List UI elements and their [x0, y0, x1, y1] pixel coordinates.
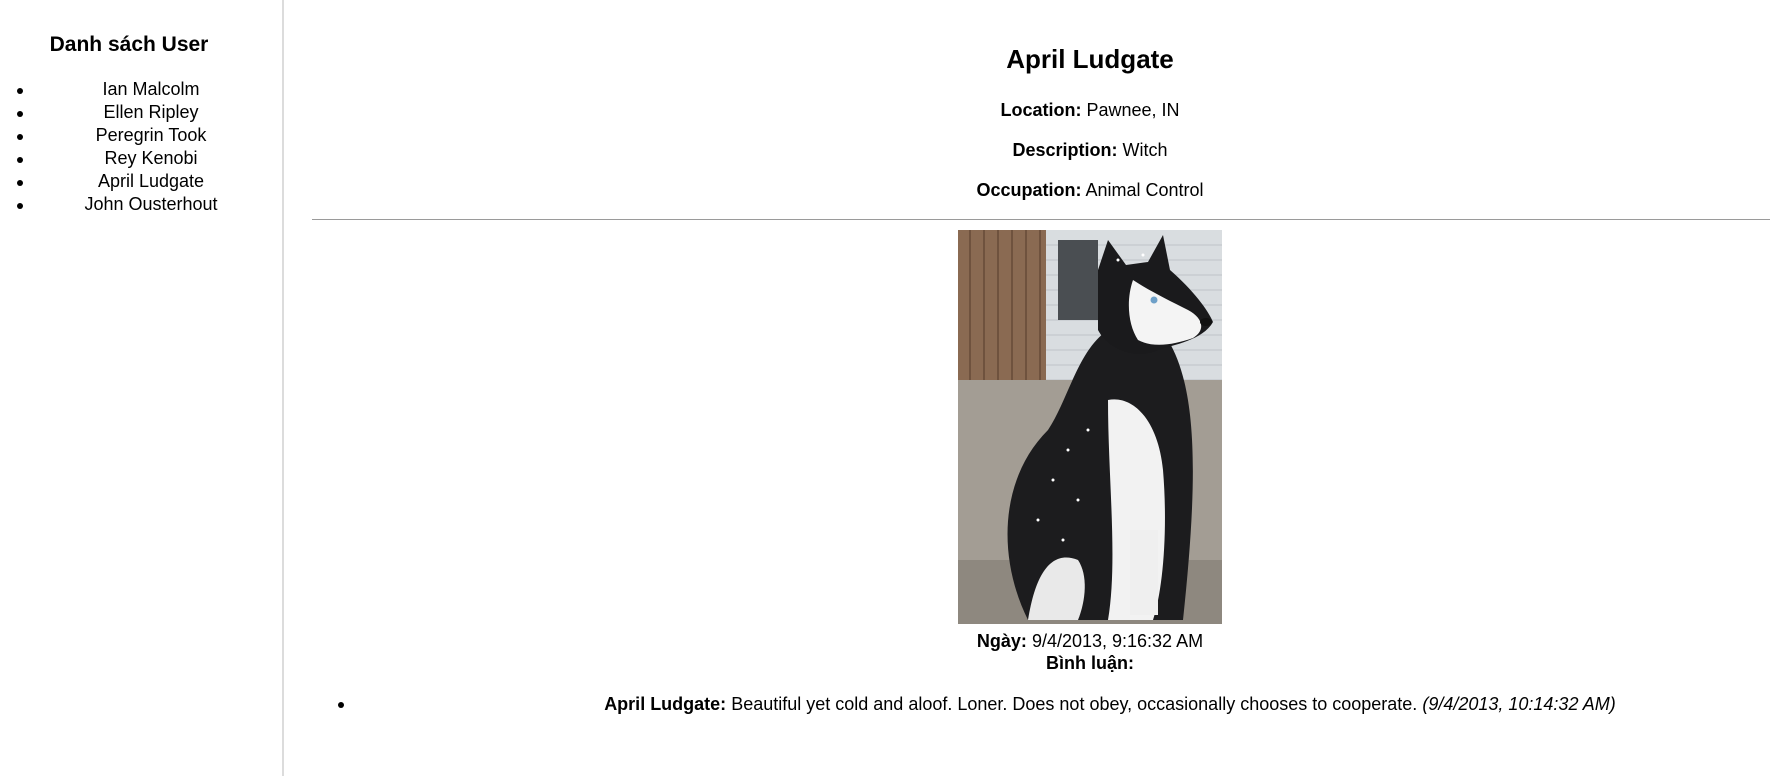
- comment-list: April Ludgate: Beautiful yet cold and al…: [312, 692, 1770, 716]
- divider: [312, 219, 1770, 220]
- location-label: Location:: [1000, 100, 1082, 120]
- occupation-label: Occupation:: [976, 180, 1082, 200]
- user-list-item[interactable]: John Ousterhout: [0, 193, 284, 216]
- comment-text: Beautiful yet cold and aloof. Loner. Doe…: [731, 694, 1418, 714]
- user-list-item[interactable]: April Ludgate: [0, 170, 284, 193]
- user-list-item[interactable]: Rey Kenobi: [0, 147, 284, 170]
- user-list-item[interactable]: Ian Malcolm: [0, 78, 284, 101]
- user-photo: [958, 230, 1222, 624]
- description-label: Description:: [1012, 140, 1118, 160]
- comment-date: (9/4/2013, 10:14:32 AM): [1422, 694, 1616, 714]
- user-list-item[interactable]: Ellen Ripley: [0, 101, 284, 124]
- photo-date-line: Ngày: 9/4/2013, 9:16:32 AM: [312, 629, 1770, 653]
- comment-item: April Ludgate: Beautiful yet cold and al…: [312, 692, 1770, 716]
- app-window: Danh sách User Ian Malcolm Ellen Ripley …: [0, 0, 1770, 776]
- user-list: Ian Malcolm Ellen Ripley Peregrin Took R…: [0, 78, 284, 216]
- location-line: Location: Pawnee, IN: [312, 98, 1770, 122]
- comments-heading: Bình luận:: [1046, 653, 1134, 673]
- occupation-line: Occupation: Animal Control: [312, 178, 1770, 202]
- user-list-item[interactable]: Peregrin Took: [0, 124, 284, 147]
- user-detail-panel: April Ludgate Location: Pawnee, IN Descr…: [312, 0, 1770, 776]
- description-line: Description: Witch: [312, 138, 1770, 162]
- user-name-heading: April Ludgate: [1006, 44, 1174, 74]
- comment-author[interactable]: April Ludgate:: [604, 694, 726, 714]
- photo-date-value: 9/4/2013, 9:16:32 AM: [1031, 631, 1204, 651]
- photo-date-label: Ngày:: [976, 631, 1027, 651]
- occupation-value: Animal Control: [1085, 180, 1204, 200]
- sidebar: Danh sách User Ian Malcolm Ellen Ripley …: [0, 0, 284, 776]
- sidebar-title: Danh sách User: [49, 33, 209, 56]
- description-value: Witch: [1122, 140, 1168, 160]
- location-value: Pawnee, IN: [1086, 100, 1180, 120]
